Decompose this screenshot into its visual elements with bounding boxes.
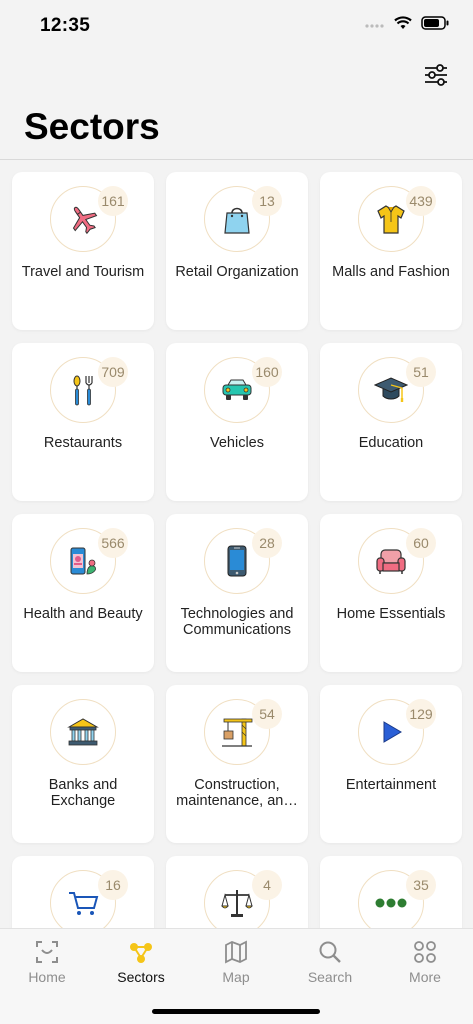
search-icon xyxy=(317,939,343,965)
home-frame-icon xyxy=(34,939,60,965)
bank-icon xyxy=(66,715,100,749)
car-icon xyxy=(220,373,254,407)
sector-label: Vehicles xyxy=(209,435,264,451)
sector-count-badge: 160 xyxy=(252,357,282,387)
sliders-icon[interactable] xyxy=(421,60,451,90)
sector-count-badge: 4 xyxy=(252,870,282,900)
signal-icon xyxy=(365,17,385,35)
sector-card-health[interactable]: 566 Health and Beauty xyxy=(12,514,154,672)
sector-card-retail[interactable]: 13 Retail Organization xyxy=(166,172,308,330)
sector-label: Home Essentials xyxy=(336,606,446,622)
tab-label: Sectors xyxy=(117,969,165,985)
sector-card-construction[interactable]: 54 Construction, maintenance, an… xyxy=(166,685,308,843)
scales-icon xyxy=(220,886,254,920)
sector-count-badge: 54 xyxy=(252,699,282,729)
play-icon xyxy=(374,715,408,749)
sector-label: Travel and Tourism xyxy=(21,264,145,280)
sector-card-travel[interactable]: 161 Travel and Tourism xyxy=(12,172,154,330)
sector-count-badge: 35 xyxy=(406,870,436,900)
grid-icon xyxy=(412,939,438,965)
sector-label: Construction, maintenance, an… xyxy=(176,777,298,809)
sector-count-badge: 709 xyxy=(98,357,128,387)
shirt-icon xyxy=(374,202,408,236)
sector-card-shopping[interactable]: 16 xyxy=(12,856,154,928)
tab-label: Home xyxy=(28,969,66,985)
sector-count-badge: 51 xyxy=(406,357,436,387)
armchair-icon xyxy=(374,544,408,578)
tab-map[interactable]: Map xyxy=(189,929,283,999)
sector-count-badge: 129 xyxy=(406,699,436,729)
sector-card-restaurants[interactable]: 709 Restaurants xyxy=(12,343,154,501)
more-dots-icon xyxy=(374,886,408,920)
sectors-grid: 161 Travel and Tourism 13 Retail Organiz… xyxy=(0,160,473,928)
airplane-icon xyxy=(66,202,100,236)
home-indicator xyxy=(152,1009,320,1014)
sector-count-badge: 13 xyxy=(252,186,282,216)
sector-label: Banks and Exchange xyxy=(48,777,118,809)
sector-card-technologies[interactable]: 28 Technologies and Communications xyxy=(166,514,308,672)
tab-more[interactable]: More xyxy=(378,929,472,999)
sector-label: Retail Organization xyxy=(175,264,299,280)
sector-label: Malls and Fashion xyxy=(332,264,450,280)
status-bar: 12:35 xyxy=(0,0,473,52)
sector-label: Entertainment xyxy=(345,777,437,793)
sector-label: Restaurants xyxy=(43,435,123,451)
sector-card-vehicles[interactable]: 160 Vehicles xyxy=(166,343,308,501)
cart-icon xyxy=(66,886,100,920)
sector-card-banks[interactable]: Banks and Exchange xyxy=(12,685,154,843)
sector-card-others[interactable]: 35 xyxy=(320,856,462,928)
sector-count-badge: 566 xyxy=(98,528,128,558)
tab-label: Search xyxy=(307,969,353,985)
sector-icon-circle xyxy=(50,699,116,765)
sector-count-badge: 439 xyxy=(406,186,436,216)
sector-card-education[interactable]: 51 Education xyxy=(320,343,462,501)
sector-label: Health and Beauty xyxy=(23,606,143,622)
header-actions xyxy=(421,60,451,90)
cosmetics-icon xyxy=(66,544,100,578)
sector-count-badge: 28 xyxy=(252,528,282,558)
sector-count-badge: 16 xyxy=(98,870,128,900)
crane-icon xyxy=(220,715,254,749)
sectors-icon xyxy=(128,939,154,965)
map-icon xyxy=(223,939,249,965)
wifi-icon xyxy=(394,16,412,35)
sector-card-legal[interactable]: 4 xyxy=(166,856,308,928)
sector-label: Education xyxy=(358,435,424,451)
shopping-bag-icon xyxy=(220,202,254,236)
tab-label: Map xyxy=(222,969,250,985)
sector-label: Technologies and Communications xyxy=(180,606,294,638)
sector-count-badge: 60 xyxy=(406,528,436,558)
page-title: Sectors xyxy=(24,106,160,147)
sector-card-home-essentials[interactable]: 60 Home Essentials xyxy=(320,514,462,672)
status-time: 12:35 xyxy=(40,15,91,36)
graduation-cap-icon xyxy=(374,373,408,407)
smartphone-icon xyxy=(220,544,254,578)
sector-card-malls[interactable]: 439 Malls and Fashion xyxy=(320,172,462,330)
tab-label: More xyxy=(409,969,441,985)
battery-icon xyxy=(421,16,449,35)
tab-sectors[interactable]: Sectors xyxy=(94,929,188,999)
sector-card-entertainment[interactable]: 129 Entertainment xyxy=(320,685,462,843)
spoon-fork-icon xyxy=(66,373,100,407)
sector-count-badge: 161 xyxy=(98,186,128,216)
tab-home[interactable]: Home xyxy=(0,929,94,999)
status-icons xyxy=(365,16,449,35)
tab-search[interactable]: Search xyxy=(283,929,377,999)
